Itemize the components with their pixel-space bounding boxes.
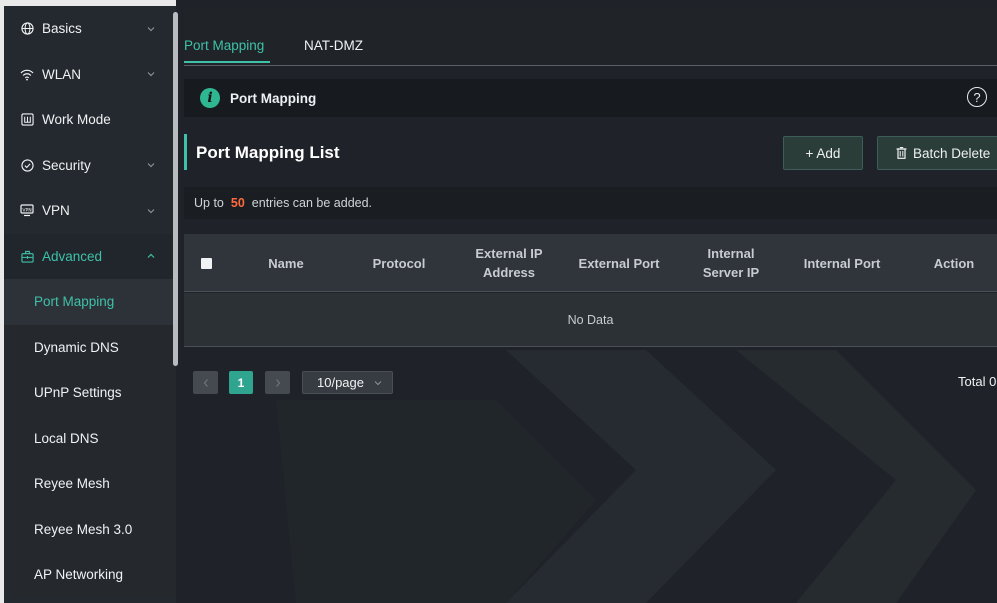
sidebar-item-label: WLAN	[42, 66, 82, 82]
empty-text: No Data	[567, 312, 614, 327]
total-count: Total 0	[958, 374, 997, 389]
column-header-internal-server-ip: Internal Server IP	[702, 246, 760, 280]
section-accent-bar	[184, 134, 187, 170]
next-page-button[interactable]	[265, 371, 290, 394]
sidebar-scrollbar[interactable]	[173, 12, 178, 366]
table-header: Name Protocol External IP Address Extern…	[184, 234, 997, 292]
batch-delete-button[interactable]: Batch Delete	[877, 136, 997, 170]
column-header-name: Name	[268, 255, 304, 271]
sidebar: Basics WLAN Work Mode Security VPN VPN A…	[0, 0, 176, 603]
column-header-external-port: External Port	[578, 255, 660, 271]
select-all-checkbox[interactable]	[201, 258, 212, 269]
chevron-down-icon	[374, 381, 382, 386]
sidebar-item-security[interactable]: Security	[4, 143, 176, 189]
note-suffix: entries can be added.	[251, 196, 373, 210]
help-icon[interactable]: ?	[967, 87, 987, 107]
sidebar-item-vpn[interactable]: VPN VPN	[4, 188, 176, 234]
info-title: Port Mapping	[230, 90, 317, 106]
sidebar-subitem-port-mapping[interactable]: Port Mapping	[4, 279, 176, 325]
sidebar-subitem-reyee-mesh-3[interactable]: Reyee Mesh 3.0	[4, 506, 176, 552]
page-size-select[interactable]: 10/page	[302, 371, 393, 394]
column-header-protocol: Protocol	[372, 255, 426, 271]
entries-note: Up to 50 entries can be added.	[184, 187, 997, 219]
globe-icon	[20, 22, 34, 36]
sidebar-item-label: VPN	[42, 203, 70, 219]
tab-port-mapping[interactable]: Port Mapping	[184, 38, 270, 63]
tab-nat-dmz[interactable]: NAT-DMZ	[304, 38, 363, 53]
chevron-right-icon	[275, 378, 280, 387]
sidebar-subitem-reyee-mesh[interactable]: Reyee Mesh	[4, 461, 176, 507]
column-header-action: Action	[933, 255, 975, 271]
chevron-down-icon	[147, 26, 155, 32]
sidebar-subitem-upnp-settings[interactable]: UPnP Settings	[4, 370, 176, 416]
column-header-internal-port: Internal Port	[803, 255, 881, 271]
note-prefix: Up to	[194, 196, 224, 210]
page-1-button[interactable]: 1	[229, 371, 253, 394]
chevron-down-icon	[147, 208, 155, 214]
add-button-label: + Add	[805, 145, 841, 161]
sidebar-subitem-ap-networking[interactable]: AP Networking	[4, 552, 176, 598]
chevron-down-icon	[147, 72, 155, 77]
sidebar-subitem-local-dns[interactable]: Local DNS	[4, 415, 176, 461]
sidebar-subitem-dynamic-dns[interactable]: Dynamic DNS	[4, 324, 176, 370]
column-header-external-ip: External IP Address	[475, 246, 543, 280]
prev-page-button[interactable]	[193, 371, 218, 394]
sidebar-item-basics[interactable]: Basics	[4, 6, 176, 52]
sidebar-item-label: Advanced	[42, 248, 103, 264]
sidebar-item-label: Security	[42, 157, 91, 173]
vpn-icon: VPN	[20, 204, 34, 218]
page-size-value: 10/page	[317, 375, 364, 390]
svg-text:VPN: VPN	[22, 208, 31, 214]
sidebar-item-label: Basics	[42, 21, 82, 37]
tab-bar: Port Mapping NAT-DMZ	[184, 8, 997, 66]
sidebar-item-wlan[interactable]: WLAN	[4, 52, 176, 98]
add-button[interactable]: + Add	[783, 136, 863, 170]
sidebar-item-work-mode[interactable]: Work Mode	[4, 97, 176, 143]
list-title: Port Mapping List	[196, 143, 340, 162]
info-icon: i	[200, 88, 220, 108]
note-count: 50	[230, 196, 245, 210]
table-empty-row: No Data	[184, 293, 997, 347]
app-frame: Basics WLAN Work Mode Security VPN VPN A…	[0, 0, 997, 603]
batch-delete-label: Batch Delete	[913, 145, 991, 161]
sidebar-item-advanced[interactable]: Advanced	[4, 233, 176, 279]
work-mode-icon	[20, 113, 34, 127]
advanced-icon	[20, 249, 34, 263]
sidebar-item-label: Work Mode	[42, 112, 111, 128]
trash-icon	[896, 147, 907, 159]
shield-check-icon	[20, 158, 34, 172]
chevron-down-icon	[147, 163, 155, 168]
chevron-left-icon	[203, 378, 208, 387]
wifi-icon	[20, 67, 34, 81]
info-bar: i Port Mapping ?	[184, 79, 997, 117]
chevron-up-icon	[147, 253, 155, 259]
